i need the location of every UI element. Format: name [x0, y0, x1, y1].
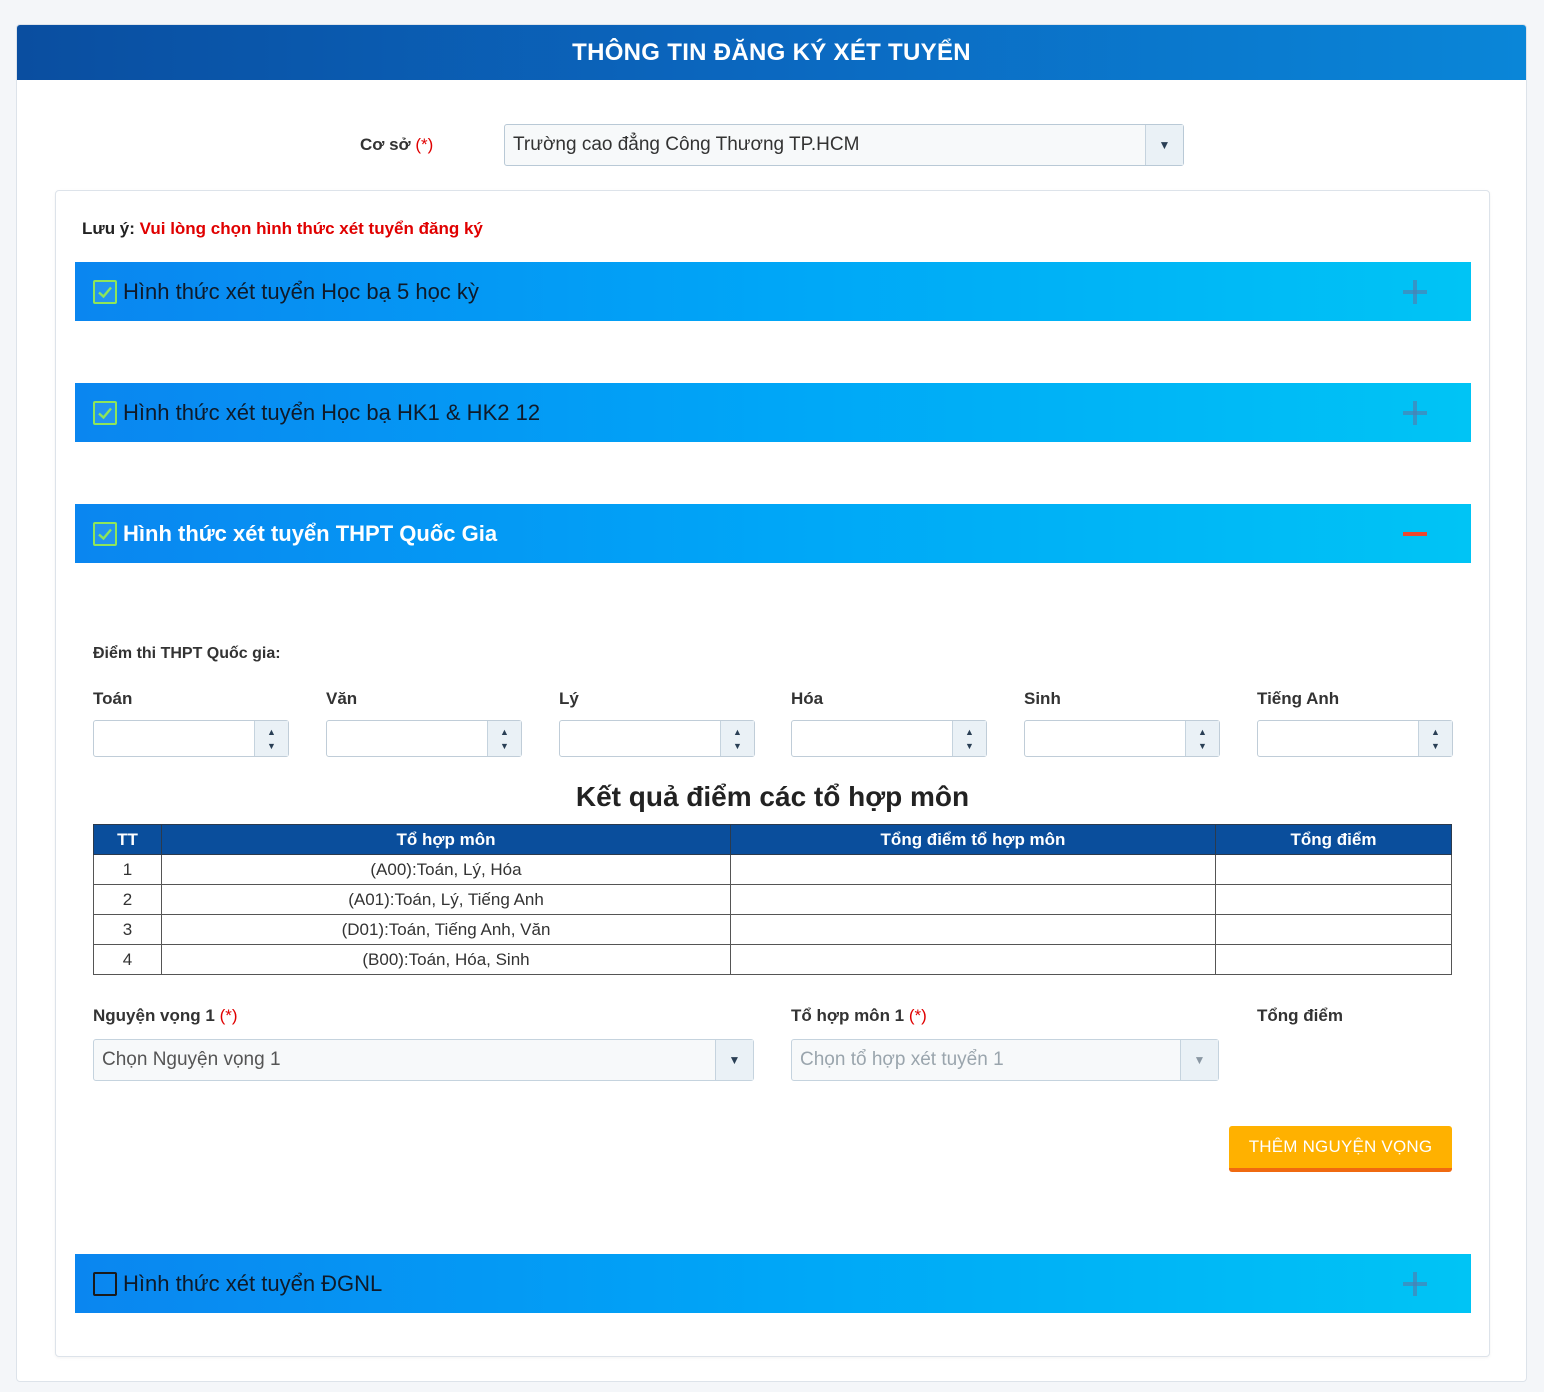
table-cell [1215, 944, 1452, 975]
plus-icon[interactable] [1403, 1271, 1427, 1296]
subject-label: Hóa [791, 689, 824, 708]
column-header: TT [93, 824, 162, 855]
results-title: Kết quả điểm các tổ hợp môn [575, 781, 970, 812]
table-row: 3 (D01):Toán, Tiếng Anh, Văn [93, 914, 1452, 945]
table-cell [730, 884, 1216, 915]
note-prefix: Lưu ý: [82, 219, 135, 238]
coso-label-text: Cơ sở [360, 135, 411, 154]
coso-select[interactable]: Trường cao đẳng Công Thương TP.HCM ▼ [504, 124, 1184, 166]
table-header-row: TT Tổ hợp môn Tổng điểm tổ hợp môn Tổng … [93, 824, 1452, 855]
minus-icon[interactable] [1403, 522, 1427, 546]
score-input-hoa[interactable]: ▲ ▼ [791, 720, 987, 757]
coso-select-value: Trường cao đẳng Công Thương TP.HCM [513, 134, 860, 155]
section-title: Hình thức xét tuyển Học bạ 5 học kỳ [123, 278, 479, 304]
table-cell: (B00):Toán, Hóa, Sinh [161, 944, 731, 975]
table-cell: (A00):Toán, Lý, Hóa [161, 854, 731, 885]
checkbox-checked-icon[interactable] [93, 521, 117, 546]
subject-label: Toán [93, 689, 133, 708]
table-cell [730, 944, 1216, 975]
plus-icon[interactable] [1403, 279, 1427, 304]
section-title: Hình thức xét tuyển ĐGNL [123, 1270, 383, 1296]
spinner-icon[interactable]: ▲ ▼ [1185, 721, 1219, 756]
subject-tieng-anh: Tiếng Anh ▲ ▼ [1257, 689, 1453, 757]
table-cell [1215, 854, 1452, 885]
section-hocba-hk1-hk2[interactable]: Hình thức xét tuyển Học bạ HK1 & HK2 12 [75, 383, 1471, 442]
results-table: TT Tổ hợp môn Tổng điểm tổ hợp môn Tổng … [93, 824, 1452, 975]
add-wish-button[interactable]: THÊM NGUYỆN VỌNG [1229, 1126, 1452, 1172]
nguyen-vong-select[interactable]: Chọn Nguyện vọng 1 ▼ [93, 1039, 754, 1081]
tong-diem-label: Tổng điểm [1257, 1006, 1343, 1025]
spinner-icon[interactable]: ▲ ▼ [254, 721, 288, 756]
table-cell: (D01):Toán, Tiếng Anh, Văn [161, 914, 731, 945]
section-dgnl[interactable]: Hình thức xét tuyển ĐGNL [75, 1254, 1471, 1313]
required-mark: (*) [908, 1006, 927, 1025]
to-hop-placeholder: Chọn tổ hợp xét tuyển 1 [800, 1049, 1004, 1070]
note-text: Vui lòng chọn hình thức xét tuyển đăng k… [139, 219, 483, 238]
section-title: Hình thức xét tuyển THPT Quốc Gia [123, 520, 498, 546]
chevron-down-icon[interactable]: ▼ [1145, 125, 1183, 165]
coso-label: Cơ sở (*) [360, 135, 433, 155]
checkbox-checked-icon[interactable] [93, 400, 117, 425]
table-cell [1215, 914, 1452, 945]
admission-methods-box: Lưu ý: Vui lòng chọn hình thức xét tuyển… [55, 190, 1490, 1357]
required-mark: (*) [219, 1006, 238, 1025]
table-row: 1 (A00):Toán, Lý, Hóa [93, 854, 1452, 885]
spinner-icon[interactable]: ▲ ▼ [720, 721, 754, 756]
table-cell: 3 [93, 914, 162, 945]
subject-ly: Lý ▲ ▼ [559, 689, 755, 757]
subject-label: Tiếng Anh [1257, 689, 1340, 708]
subject-hoa: Hóa ▲ ▼ [791, 689, 987, 757]
scores-title: Điểm thi THPT Quốc gia: [93, 645, 281, 662]
subject-label: Sinh [1024, 689, 1061, 708]
registration-panel: THÔNG TIN ĐĂNG KÝ XÉT TUYỂN Cơ sở (*) Tr… [16, 24, 1527, 1382]
score-input-sinh[interactable]: ▲ ▼ [1024, 720, 1220, 757]
subject-sinh: Sinh ▲ ▼ [1024, 689, 1220, 757]
column-header: Tổng điểm [1215, 824, 1452, 855]
spinner-icon[interactable]: ▲ ▼ [952, 721, 986, 756]
subject-label: Lý [559, 689, 579, 708]
nguyen-vong-label: Nguyện vọng 1 (*) [93, 1006, 238, 1025]
table-row: 4 (B00):Toán, Hóa, Sinh [93, 944, 1452, 975]
score-input-tieng-anh[interactable]: ▲ ▼ [1257, 720, 1453, 757]
checkbox-unchecked-icon[interactable] [93, 1271, 117, 1296]
to-hop-select[interactable]: Chọn tổ hợp xét tuyển 1 ▼ [791, 1039, 1219, 1081]
table-cell: 2 [93, 884, 162, 915]
required-mark: (*) [415, 135, 434, 154]
score-input-ly[interactable]: ▲ ▼ [559, 720, 755, 757]
subject-label: Văn [326, 689, 358, 708]
section-thpt-quoc-gia[interactable]: Hình thức xét tuyển THPT Quốc Gia [75, 504, 1471, 563]
table-cell [730, 914, 1216, 945]
table-row: 2 (A01):Toán, Lý, Tiếng Anh [93, 884, 1452, 915]
subject-toan: Toán ▲ ▼ [93, 689, 289, 757]
chevron-down-icon[interactable]: ▼ [1180, 1040, 1218, 1080]
checkbox-checked-icon[interactable] [93, 279, 117, 304]
to-hop-label: Tổ hợp môn 1 (*) [791, 1006, 927, 1025]
note: Lưu ý: Vui lòng chọn hình thức xét tuyển… [82, 219, 483, 239]
section-hocba-5-hocky[interactable]: Hình thức xét tuyển Học bạ 5 học kỳ [75, 262, 1471, 321]
table-cell [730, 854, 1216, 885]
chevron-down-icon[interactable]: ▼ [715, 1040, 753, 1080]
spinner-icon[interactable]: ▲ ▼ [487, 721, 521, 756]
column-header: Tổng điểm tổ hợp môn [730, 824, 1216, 855]
subject-van: Văn ▲ ▼ [326, 689, 522, 757]
column-header: Tổ hợp môn [161, 824, 731, 855]
spinner-icon[interactable]: ▲ ▼ [1418, 721, 1452, 756]
section-title: Hình thức xét tuyển Học bạ HK1 & HK2 12 [123, 399, 541, 425]
score-input-van[interactable]: ▲ ▼ [326, 720, 522, 757]
plus-icon[interactable] [1403, 400, 1427, 425]
table-cell: 1 [93, 854, 162, 885]
nguyen-vong-placeholder: Chọn Nguyện vọng 1 [102, 1049, 281, 1070]
table-cell: (A01):Toán, Lý, Tiếng Anh [161, 884, 731, 915]
table-cell: 4 [93, 944, 162, 975]
score-input-toan[interactable]: ▲ ▼ [93, 720, 289, 757]
table-cell [1215, 884, 1452, 915]
panel-title: THÔNG TIN ĐĂNG KÝ XÉT TUYỂN [17, 25, 1526, 80]
